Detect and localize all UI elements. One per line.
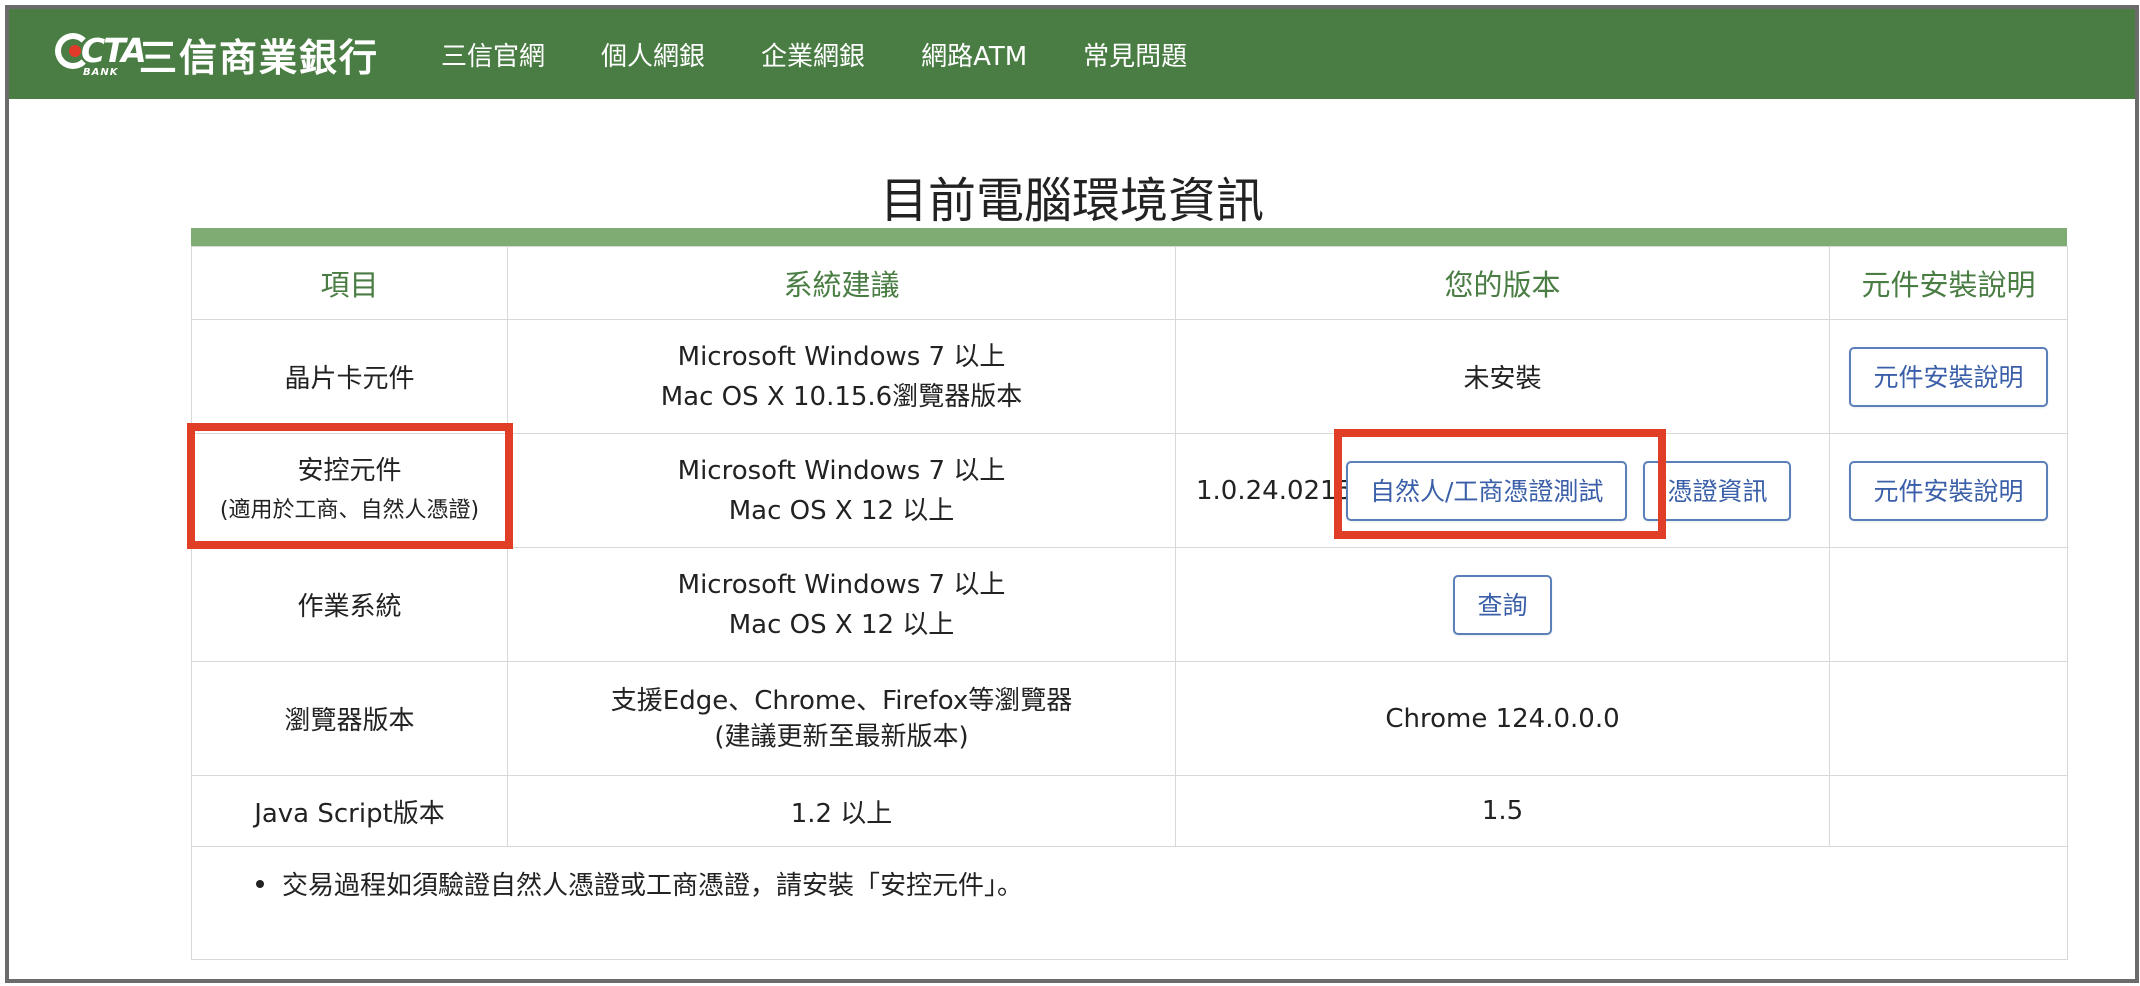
row-guide-cell: 元件安裝說明 (1829, 319, 2068, 434)
table-row-javascript-version: Java Script版本 1.2 以上 1.5 (191, 775, 2068, 847)
suggestion-line-2: Mac OS X 12 以上 (728, 495, 955, 526)
bank-logo[interactable]: CTA BANK 三信商業銀行 (55, 27, 379, 82)
table-top-bar (191, 228, 2067, 246)
suggestion-line-1: Microsoft Windows 7 以上 (677, 569, 1006, 600)
row-suggestion: Microsoft Windows 7 以上 Mac OS X 12 以上 (507, 433, 1176, 548)
row-item-label: 安控元件 (297, 455, 402, 486)
top-navbar: CTA BANK 三信商業銀行 三信官網 個人網銀 企業網銀 網路ATM 常見問… (9, 9, 2135, 99)
nav-links: 三信官網 個人網銀 企業網銀 網路ATM 常見問題 (441, 36, 1243, 73)
suggestion-line-2: Mac OS X 12 以上 (728, 609, 955, 640)
row-item-cell: 安控元件 (適用於工商、自然人憑證) (191, 433, 508, 548)
page-title: 目前電腦環境資訊 (879, 173, 1264, 229)
environment-table: 項目 系統建議 您的版本 元件安裝說明 晶片卡元件 Microsoft Wind… (191, 246, 2068, 960)
header-install-guide: 元件安裝說明 (1829, 246, 2068, 320)
row-guide-cell: 元件安裝說明 (1829, 433, 2068, 548)
row-item-label: 作業系統 (191, 547, 508, 662)
row-version: Chrome 124.0.0.0 (1175, 661, 1830, 776)
row-suggestion: Microsoft Windows 7 以上 Mac OS X 12 以上 (507, 547, 1176, 662)
row-item-label: 瀏覽器版本 (191, 661, 508, 776)
nav-link-corporate-banking[interactable]: 企業網銀 (761, 36, 865, 73)
certificate-info-button[interactable]: 憑證資訊 (1643, 460, 1792, 521)
row-suggestion: 1.2 以上 (507, 775, 1176, 847)
row-suggestion: 支援Edge、Chrome、Firefox等瀏覽器 (建議更新至最新版本) (507, 661, 1176, 776)
header-item: 項目 (191, 246, 508, 320)
suggestion-line-2: Mac OS X 10.15.6瀏覽器版本 (660, 381, 1023, 412)
nav-link-faq[interactable]: 常見問題 (1083, 36, 1187, 73)
note-text: 交易過程如須驗證自然人憑證或工商憑證，請安裝「安控元件」。 (282, 871, 1024, 901)
table-note-row: 交易過程如須驗證自然人憑證或工商憑證，請安裝「安控元件」。 (191, 846, 2068, 960)
row-suggestion: Microsoft Windows 7 以上 Mac OS X 10.15.6瀏… (507, 319, 1176, 434)
browser-frame: CTA BANK 三信商業銀行 三信官網 個人網銀 企業網銀 網路ATM 常見問… (5, 5, 2139, 983)
certificate-test-button[interactable]: 自然人/工商憑證測試 (1346, 460, 1628, 521)
note-cell: 交易過程如須驗證自然人憑證或工商憑證，請安裝「安控元件」。 (191, 846, 2068, 960)
table-row-chip-card: 晶片卡元件 Microsoft Windows 7 以上 Mac OS X 10… (191, 319, 2068, 434)
row-version: 1.0.24.0215 (1196, 475, 1346, 506)
bullet-icon (256, 879, 264, 888)
row-version-cell: 查詢 (1175, 547, 1830, 662)
suggestion-line-1: 支援Edge、Chrome、Firefox等瀏覽器 (610, 685, 1073, 716)
table-row-operating-system: 作業系統 Microsoft Windows 7 以上 Mac OS X 12 … (191, 547, 2068, 662)
row-version-cell: 1.0.24.0215 自然人/工商憑證測試 憑證資訊 (1175, 433, 1830, 548)
note-item: 交易過程如須驗證自然人憑證或工商憑證，請安裝「安控元件」。 (192, 865, 2067, 902)
install-guide-button-security-component[interactable]: 元件安裝說明 (1849, 460, 2048, 521)
row-version: 1.5 (1175, 775, 1830, 847)
bank-name: 三信商業銀行 (139, 35, 380, 80)
table-row-browser-version: 瀏覽器版本 支援Edge、Chrome、Firefox等瀏覽器 (建議更新至最新… (191, 661, 2068, 776)
logo-dot-icon (69, 45, 81, 57)
nav-link-web-atm[interactable]: 網路ATM (921, 36, 1027, 73)
nav-link-official-site[interactable]: 三信官網 (441, 36, 545, 73)
suggestion-line-1: Microsoft Windows 7 以上 (677, 341, 1006, 372)
header-suggestion: 系統建議 (507, 246, 1176, 320)
header-your-version: 您的版本 (1175, 246, 1830, 320)
logo-mark-subtext: BANK (83, 67, 119, 78)
table-row-security-component: 安控元件 (適用於工商、自然人憑證) Microsoft Windows 7 以… (191, 433, 2068, 548)
nav-link-personal-banking[interactable]: 個人網銀 (601, 36, 705, 73)
row-item-sublabel: (適用於工商、自然人憑證) (219, 497, 480, 523)
table-header-row: 項目 系統建議 您的版本 元件安裝說明 (191, 246, 2068, 320)
row-guide-cell (1829, 661, 2068, 776)
environment-table-wrapper: 項目 系統建議 您的版本 元件安裝說明 晶片卡元件 Microsoft Wind… (191, 228, 2068, 960)
row-guide-cell (1829, 547, 2068, 662)
bank-logo-mark: CTA BANK (55, 29, 147, 79)
row-guide-cell (1829, 775, 2068, 847)
suggestion-line-1: Microsoft Windows 7 以上 (677, 455, 1006, 486)
row-item-label: Java Script版本 (191, 775, 508, 847)
query-os-button[interactable]: 查詢 (1453, 574, 1552, 635)
row-item-label: 晶片卡元件 (191, 319, 508, 434)
suggestion-line-2: (建議更新至最新版本) (714, 721, 969, 752)
version-actions: 1.0.24.0215 自然人/工商憑證測試 憑證資訊 (1176, 460, 1829, 521)
install-guide-button-chip-card[interactable]: 元件安裝說明 (1849, 346, 2048, 407)
row-version: 未安裝 (1175, 319, 1830, 434)
